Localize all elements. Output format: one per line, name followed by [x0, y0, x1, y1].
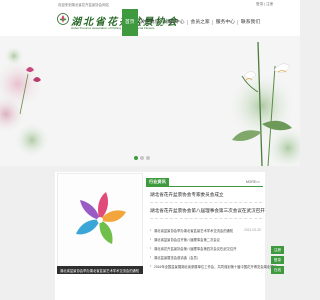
tab-industry-news[interactable]: 行业资讯	[146, 178, 169, 186]
nav-item-members[interactable]: 会员之家	[188, 9, 212, 36]
headline-0[interactable]: 湖北省花卉盆景协会专家委员会成立	[150, 192, 224, 198]
logo-icon[interactable]	[57, 13, 69, 25]
news-item-title: 湖北省盆景协会举办湖北省盆景艺术学术交流会的通知	[154, 229, 234, 233]
nav-item-home[interactable]: 首页	[122, 9, 138, 36]
side-widget: 注册 登录 在线	[271, 246, 284, 276]
list-item[interactable]: • 湖北省花卉盆景协会第八届理事会第四次会议在武汉召开	[150, 244, 263, 253]
bullet-icon: •	[150, 255, 152, 259]
banner-dot[interactable]	[140, 156, 144, 160]
side-login-button[interactable]: 登录	[271, 256, 284, 264]
hero-banner[interactable]	[0, 36, 300, 166]
headline-1[interactable]: 湖北省花卉盆景协会第八届理事会第三次会议在武汉召开	[150, 208, 265, 214]
bullet-icon: •	[150, 246, 152, 250]
banner-image	[0, 36, 300, 166]
news-item-title: 2016年全国盆景展湖北省参展单位工作会，共同谋划第十届中国花卉博览会湖北展区	[154, 265, 277, 269]
list-item[interactable]: • 2016年全国盆景展湖北省参展单位工作会，共同谋划第十届中国花卉博览会湖北展…	[150, 262, 277, 271]
divider	[150, 202, 262, 203]
nav-item-services[interactable]: 服务中心	[213, 9, 237, 36]
news-item-date: 2021-02-20	[244, 228, 261, 232]
banner-dot[interactable]	[134, 156, 138, 160]
news-list: • 湖北省盆景协会举办湖北省盆景艺术学术交流会的通知 2021-02-20 • …	[150, 226, 277, 271]
slideshow-image	[76, 192, 126, 244]
side-register-button[interactable]: 注册	[271, 246, 284, 254]
news-slideshow[interactable]	[57, 173, 143, 274]
divider	[150, 218, 262, 219]
news-item-title: 湖北省花卉盆景协会第八届理事会第四次会议在武汉召开	[154, 247, 237, 251]
nav-item-contact[interactable]: 联系我们	[238, 9, 262, 36]
register-link[interactable]: 注册	[266, 2, 273, 6]
welcome-text: 欢迎来到湖北省花卉盆景协会网站	[58, 3, 109, 7]
bullet-icon: •	[150, 264, 152, 268]
login-link[interactable]: 登录	[256, 2, 263, 6]
slideshow-caption-text: 湖北省盆景协会举办湖北省盆景艺术学术交流会的通知	[60, 269, 140, 273]
list-item[interactable]: • 湖北省盆景协会举办湖北省盆景艺术学术交流会的通知 2021-02-20	[150, 226, 263, 235]
news-item-title: 湖北省盆景协会召开第八届理事会第二次会议	[154, 238, 220, 242]
account-links: 登录 | 注册	[256, 2, 273, 7]
more-link[interactable]: MORE>>	[246, 180, 260, 184]
banner-pagination	[134, 156, 150, 160]
nav-item-about[interactable]: 关于我们	[138, 9, 162, 36]
bullet-icon: •	[150, 228, 152, 232]
slideshow-caption[interactable]: 湖北省盆景协会举办湖北省盆景艺术学术交流会的通知	[57, 266, 143, 274]
nav-item-news[interactable]: 新闻中心	[163, 9, 187, 36]
link-separator: |	[264, 2, 266, 6]
news-item-title: 湖北盆景展览会邀请函（会员）	[154, 256, 201, 260]
list-item[interactable]: • 湖北省盆景协会召开第八届理事会第二次会议	[150, 235, 263, 244]
side-online-button[interactable]: 在线	[271, 266, 284, 274]
list-item[interactable]: • 湖北盆景展览会邀请函（会员）	[150, 253, 263, 262]
news-panel-header: 行业资讯 MORE>>	[146, 178, 263, 187]
banner-dot[interactable]	[146, 156, 150, 160]
main-nav: 首页 关于我们 新闻中心 会员之家 服务中心 联系我们	[122, 9, 263, 36]
news-panel: 行业资讯 MORE>> 湖北省花卉盆景协会专家委员会成立 湖北省花卉盆景协会第八…	[146, 172, 277, 300]
bullet-icon: •	[150, 237, 152, 241]
